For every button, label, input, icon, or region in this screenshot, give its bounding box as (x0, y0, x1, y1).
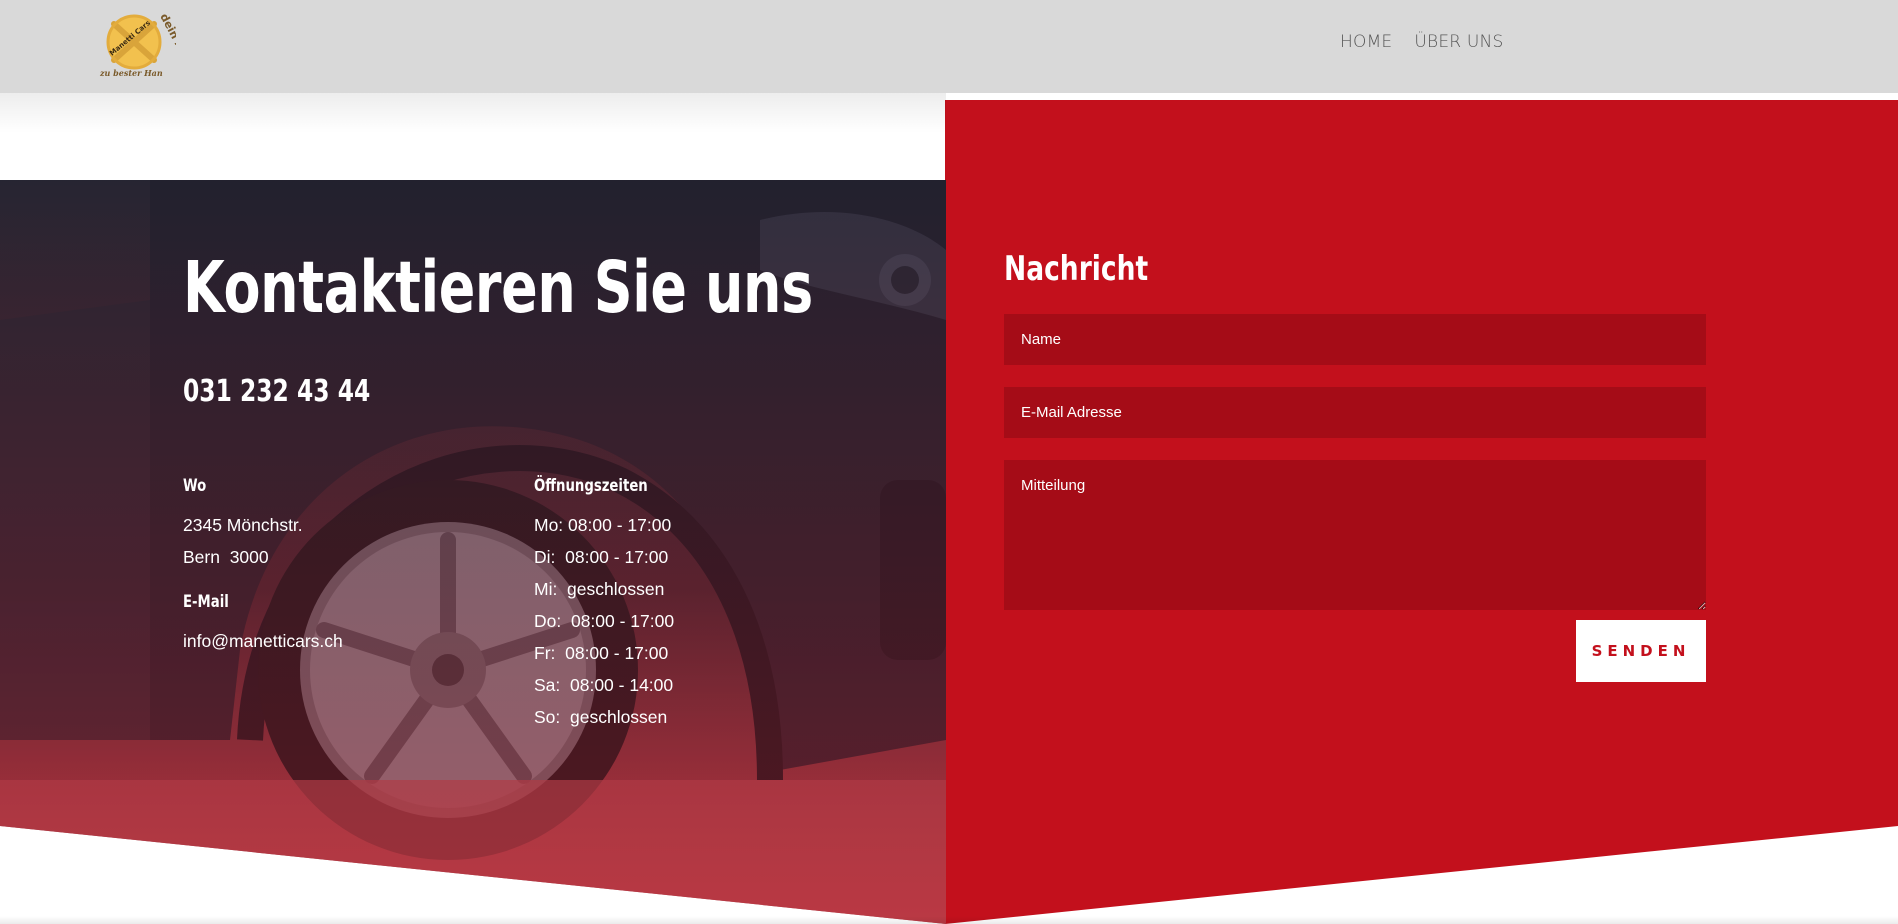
hours-tuesday: Di: 08:00 - 17:00 (534, 547, 669, 567)
nav-home-link[interactable]: HOME (1340, 32, 1392, 52)
hours-wednesday: Mi: geschlossen (534, 579, 665, 599)
hours-thursday: Do: 08:00 - 17:00 (534, 611, 675, 631)
site-header: dein Auto Manetti Cars zu bester Han HOM… (0, 0, 1898, 93)
logo-tire-icon[interactable]: dein Auto Manetti Cars zu bester Han (98, 6, 176, 80)
phone-number[interactable]: 031 232 43 44 (183, 374, 370, 409)
hours-friday: Fr: 08:00 - 17:00 (534, 643, 669, 663)
header-shadow (0, 93, 946, 133)
address-line2: Bern 3000 (183, 547, 269, 567)
nav-about-link[interactable]: ÜBER UNS (1414, 32, 1503, 52)
bottom-divider (0, 916, 1898, 924)
hours-saturday: Sa: 08:00 - 14:00 (534, 675, 674, 695)
logo-text-bottom: zu bester Han (99, 68, 163, 78)
form-title: Nachricht (1004, 249, 1149, 289)
name-field[interactable] (1004, 314, 1706, 365)
message-field[interactable] (1004, 460, 1706, 610)
email-link[interactable]: info@manetticars.ch (183, 625, 343, 657)
email-label: E-Mail (183, 592, 229, 612)
main-nav: HOME ÜBER UNS (1340, 32, 1503, 52)
hours-sunday: So: geschlossen (534, 707, 668, 727)
address-line1: 2345 Mönchstr. (183, 515, 303, 535)
where-label: Wo (183, 476, 207, 496)
hours-monday: Mo: 08:00 - 17:00 (534, 515, 672, 535)
send-button[interactable]: SENDEN (1576, 620, 1706, 682)
contact-title: Kontaktieren Sie uns (183, 246, 813, 329)
email-field[interactable] (1004, 387, 1706, 438)
hours-label: Öffnungszeiten (534, 476, 648, 496)
